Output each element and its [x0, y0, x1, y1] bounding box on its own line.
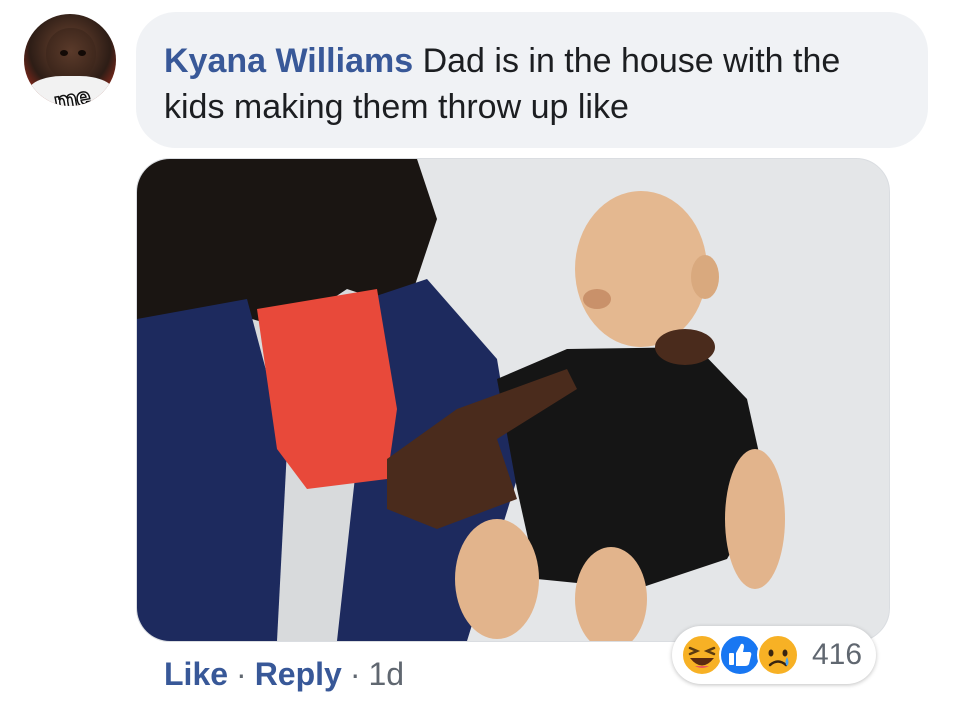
comment-bubble: Kyana Williams Dad is in the house with …: [136, 12, 928, 148]
comment-photo[interactable]: [136, 158, 890, 642]
reactions-pill[interactable]: 416: [672, 626, 877, 684]
avatar-eye: [78, 50, 86, 56]
comment-actions: Like · Reply · 1d: [164, 656, 404, 693]
sad-icon: [757, 634, 799, 676]
reply-link[interactable]: Reply: [255, 656, 342, 692]
separator: ·: [236, 656, 247, 692]
comment-author[interactable]: Kyana Williams: [164, 42, 413, 80]
avatar-face: [46, 28, 96, 80]
avatar[interactable]: me: [24, 14, 116, 106]
comment: me Kyana Williams Dad is in the house wi…: [0, 0, 980, 718]
reaction-count: 416: [812, 638, 863, 671]
like-link[interactable]: Like: [164, 656, 228, 692]
separator: ·: [349, 656, 361, 692]
photo-illustration: [137, 159, 889, 641]
avatar-eye: [60, 50, 68, 56]
timestamp[interactable]: 1d: [368, 656, 404, 692]
